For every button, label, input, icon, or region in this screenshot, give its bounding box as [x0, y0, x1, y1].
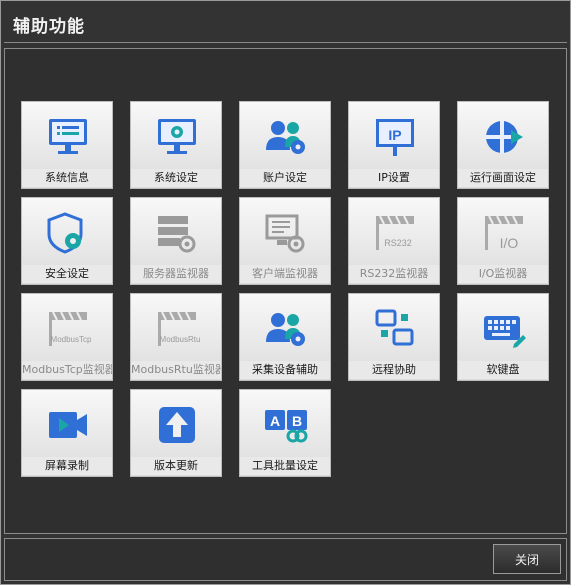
- users-gear-icon: [263, 306, 309, 352]
- ip-board-icon: IP: [372, 114, 418, 160]
- tile-label: 系统信息: [22, 169, 112, 187]
- tile-label: 运行画面设定: [458, 169, 548, 187]
- tile-label: 工具批量设定: [240, 457, 330, 475]
- tile-rs232-monitor[interactable]: RS232 RS232监视器: [348, 197, 440, 285]
- remote-assist-icon: [372, 306, 418, 352]
- tile-account-settings[interactable]: 账户设定: [239, 101, 331, 189]
- io-monitor-icon: I/O: [481, 210, 527, 256]
- tile-remote-assist[interactable]: 远程协助: [348, 293, 440, 381]
- svg-text:ModbusRtu: ModbusRtu: [160, 335, 200, 344]
- rs232-monitor-icon: RS232: [372, 210, 418, 256]
- tile-soft-keyboard[interactable]: 软键盘: [457, 293, 549, 381]
- svg-text:B: B: [292, 413, 302, 429]
- client-monitor-icon: [263, 210, 309, 256]
- server-monitor-icon: [154, 210, 200, 256]
- keyboard-icon: [481, 306, 527, 352]
- modbustcp-monitor-icon: ModbusTcp: [45, 306, 91, 352]
- tile-client-monitor[interactable]: 客户端监视器: [239, 197, 331, 285]
- tile-label: 远程协助: [349, 361, 439, 379]
- tile-ip-settings[interactable]: IP IP设置: [348, 101, 440, 189]
- tile-label: 系统设定: [131, 169, 221, 187]
- tile-label: ModbusTcp监视器: [22, 361, 112, 379]
- tile-label: RS232监视器: [349, 265, 439, 283]
- tile-security-settings[interactable]: 安全设定: [21, 197, 113, 285]
- tile-system-settings[interactable]: 系统设定: [130, 101, 222, 189]
- svg-text:A: A: [270, 413, 280, 429]
- shield-gear-icon: [45, 210, 91, 256]
- tile-label: IP设置: [349, 169, 439, 187]
- screen-run-icon: [481, 114, 527, 160]
- users-gear-icon: [263, 114, 309, 160]
- tile-collection-device-assist[interactable]: 采集设备辅助: [239, 293, 331, 381]
- tile-run-screen-settings[interactable]: 运行画面设定: [457, 101, 549, 189]
- tile-label: 服务器监视器: [131, 265, 221, 283]
- footer-bar: 关闭: [4, 538, 567, 581]
- tile-version-update[interactable]: 版本更新: [130, 389, 222, 477]
- tile-label: 账户设定: [240, 169, 330, 187]
- svg-text:ModbusTcp: ModbusTcp: [51, 335, 91, 344]
- tile-modbustcp-monitor[interactable]: ModbusTcp ModbusTcp监视器: [21, 293, 113, 381]
- tile-screen-recording[interactable]: 屏幕录制: [21, 389, 113, 477]
- tile-label: 版本更新: [131, 457, 221, 475]
- modbusrtu-monitor-icon: ModbusRtu: [154, 306, 200, 352]
- auxiliary-functions-window: 辅助功能 系统信息 系统设定 账户设定 IP IP设置 运行画面设定 安全设定 …: [0, 0, 571, 585]
- svg-text:IP: IP: [388, 127, 401, 143]
- tile-label: 软键盘: [458, 361, 548, 379]
- tile-io-monitor[interactable]: I/O I/O监视器: [457, 197, 549, 285]
- monitor-gear-icon: [154, 114, 200, 160]
- tile-label: 客户端监视器: [240, 265, 330, 283]
- window-title: 辅助功能: [13, 17, 85, 37]
- monitor-list-icon: [45, 114, 91, 160]
- title-bar: 辅助功能: [4, 4, 567, 43]
- tile-modbusrtu-monitor[interactable]: ModbusRtu ModbusRtu监视器: [130, 293, 222, 381]
- svg-text:RS232: RS232: [384, 238, 412, 248]
- tile-system-info[interactable]: 系统信息: [21, 101, 113, 189]
- tile-label: 屏幕录制: [22, 457, 112, 475]
- svg-text:I/O: I/O: [500, 235, 519, 251]
- tile-label: 采集设备辅助: [240, 361, 330, 379]
- tile-tool-batch-settings[interactable]: A B 工具批量设定: [239, 389, 331, 477]
- ab-link-icon: A B: [263, 402, 309, 448]
- tile-label: I/O监视器: [458, 265, 548, 283]
- tile-server-monitor[interactable]: 服务器监视器: [130, 197, 222, 285]
- video-record-icon: [45, 402, 91, 448]
- close-button[interactable]: 关闭: [493, 544, 561, 574]
- function-grid: 系统信息 系统设定 账户设定 IP IP设置 运行画面设定 安全设定 服务器监视…: [4, 48, 567, 534]
- tile-label: ModbusRtu监视器: [131, 361, 221, 379]
- tile-label: 安全设定: [22, 265, 112, 283]
- upload-arrow-icon: [154, 402, 200, 448]
